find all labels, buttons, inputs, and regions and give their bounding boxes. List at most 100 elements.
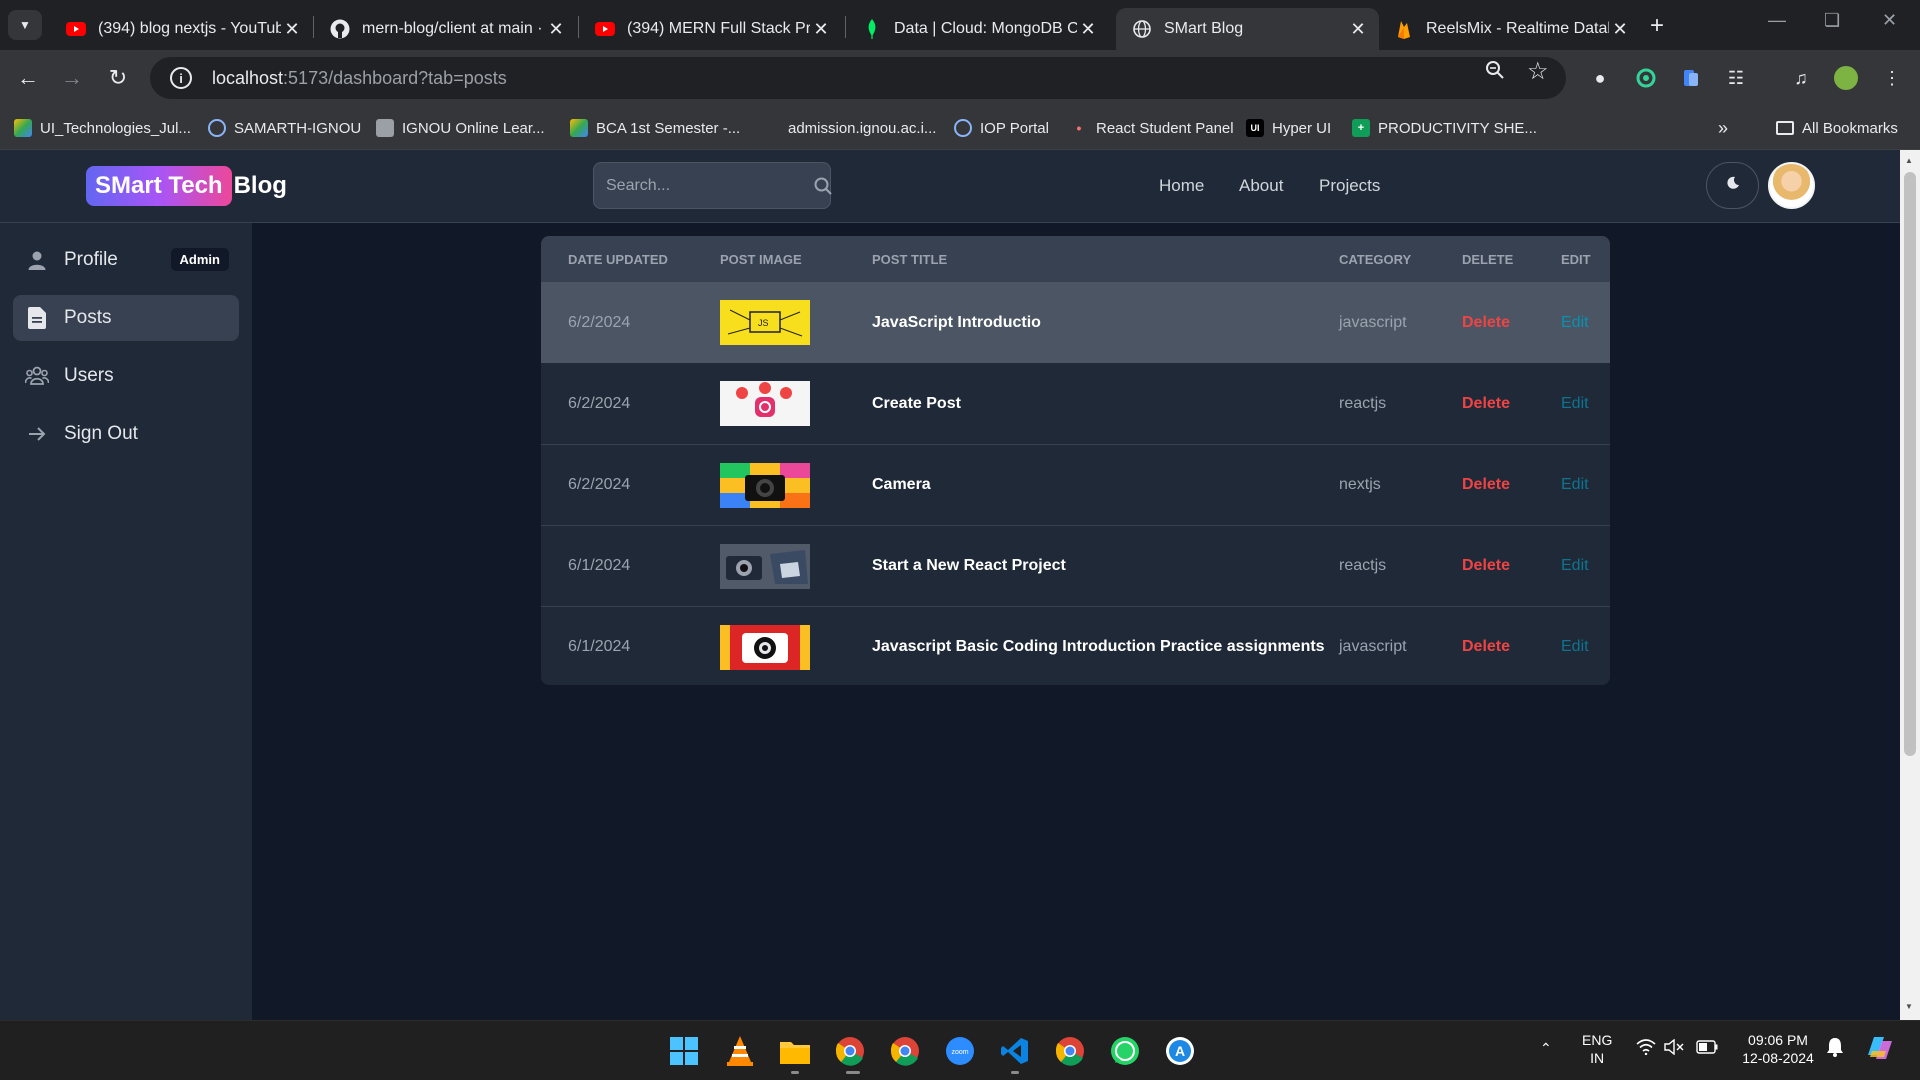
sidebar-item-profile[interactable]: Profile Admin bbox=[13, 237, 239, 283]
page-scrollbar[interactable]: ▲ ▼ bbox=[1900, 150, 1920, 1020]
scrollbar-thumb[interactable] bbox=[1904, 172, 1916, 756]
search-icon[interactable] bbox=[813, 176, 833, 196]
edit-post-link[interactable]: Edit bbox=[1561, 476, 1601, 494]
chrome-icon[interactable] bbox=[887, 1033, 923, 1069]
new-tab-button[interactable]: + bbox=[1650, 12, 1664, 40]
post-image[interactable] bbox=[720, 381, 872, 426]
bookmark-item[interactable]: IGNOU Online Lear... bbox=[376, 116, 545, 140]
theme-toggle-button[interactable] bbox=[1706, 162, 1759, 209]
minimize-icon[interactable]: — bbox=[1768, 10, 1786, 31]
close-icon[interactable]: ✕ bbox=[281, 19, 303, 40]
delete-post-link[interactable]: Delete bbox=[1462, 476, 1561, 494]
edit-post-link[interactable]: Edit bbox=[1561, 557, 1601, 575]
table-row: 6/2/2024 Camera nextjs Delete Edit bbox=[541, 444, 1610, 525]
browser-tab[interactable]: mern-blog/client at main · ✕ bbox=[314, 8, 577, 50]
search-input[interactable] bbox=[606, 176, 813, 195]
scroll-up-icon[interactable]: ▲ bbox=[1905, 156, 1913, 165]
wifi-icon[interactable] bbox=[1636, 1039, 1656, 1059]
volume-muted-icon[interactable] bbox=[1664, 1038, 1684, 1059]
notification-bell-icon[interactable] bbox=[1826, 1037, 1844, 1061]
edit-post-link[interactable]: Edit bbox=[1561, 314, 1601, 332]
vscode-icon[interactable] bbox=[997, 1033, 1033, 1069]
delete-post-link[interactable]: Delete bbox=[1462, 638, 1561, 656]
bookmark-item[interactable]: UI Hyper UI bbox=[1246, 116, 1331, 140]
post-image[interactable] bbox=[720, 462, 872, 508]
browser-tab[interactable]: (394) blog nextjs - YouTube ✕ bbox=[50, 8, 313, 50]
bookmark-item[interactable]: IOP Portal bbox=[954, 116, 1049, 140]
show-hidden-icons[interactable]: ⌃ bbox=[1540, 1040, 1552, 1057]
restore-icon[interactable]: ❏ bbox=[1824, 10, 1840, 31]
user-avatar[interactable] bbox=[1768, 162, 1815, 209]
bookmark-item[interactable]: admission.ignou.ac.i... bbox=[762, 116, 936, 140]
post-title[interactable]: JavaScript Introductio bbox=[872, 314, 1339, 332]
browser-tab[interactable]: (394) MERN Full Stack Proje ✕ bbox=[579, 8, 842, 50]
bookmark-item[interactable]: • React Student Panel bbox=[1070, 116, 1234, 140]
kebab-menu-icon[interactable]: ⋮ bbox=[1880, 66, 1904, 90]
delete-post-link[interactable]: Delete bbox=[1462, 395, 1561, 413]
vlc-icon[interactable] bbox=[722, 1033, 758, 1069]
edit-post-link[interactable]: Edit bbox=[1561, 395, 1601, 413]
sidebar-item-posts[interactable]: Posts bbox=[13, 295, 239, 341]
profile-avatar-icon[interactable] bbox=[1834, 66, 1858, 90]
post-title[interactable]: Camera bbox=[872, 476, 1339, 494]
site-info-icon[interactable]: i bbox=[170, 67, 192, 89]
clock[interactable]: 09:06 PM 12-08-2024 bbox=[1736, 1031, 1820, 1067]
bookmark-item[interactable]: BCA 1st Semester -... bbox=[570, 116, 740, 140]
more-bookmarks-icon[interactable]: » bbox=[1718, 116, 1728, 140]
chrome-icon[interactable] bbox=[832, 1033, 868, 1069]
browser-tab[interactable]: Data | Cloud: MongoDB Clo ✕ bbox=[846, 8, 1109, 50]
post-image[interactable]: JS bbox=[720, 300, 872, 345]
close-icon[interactable]: ✕ bbox=[1609, 19, 1631, 40]
bookmark-item[interactable]: SAMARTH-IGNOU bbox=[208, 116, 361, 140]
zoom-icon[interactable] bbox=[1485, 60, 1505, 86]
bookmark-item[interactable]: + PRODUCTIVITY SHE... bbox=[1352, 116, 1537, 140]
nav-home[interactable]: Home bbox=[1159, 176, 1204, 196]
file-explorer-icon[interactable] bbox=[777, 1033, 813, 1069]
post-image[interactable] bbox=[720, 624, 872, 670]
delete-post-link[interactable]: Delete bbox=[1462, 314, 1561, 332]
bookmark-star-icon[interactable]: ☆ bbox=[1527, 57, 1549, 86]
delete-post-link[interactable]: Delete bbox=[1462, 557, 1561, 575]
browser-tab[interactable]: ReelsMix - Realtime Databa ✕ bbox=[1378, 8, 1641, 50]
extension-icon[interactable]: ● bbox=[1588, 66, 1612, 90]
site-logo[interactable]: SMart Tech Blog bbox=[86, 166, 287, 206]
puzzle-icon[interactable]: ☷ bbox=[1724, 66, 1748, 90]
extension-icon[interactable] bbox=[1679, 66, 1703, 90]
close-icon[interactable]: ✕ bbox=[1077, 19, 1099, 40]
extension-icon[interactable] bbox=[1634, 66, 1658, 90]
sidebar-item-users[interactable]: Users bbox=[13, 353, 239, 399]
all-bookmarks-folder[interactable]: All Bookmarks bbox=[1776, 116, 1898, 140]
address-bar[interactable]: i localhost:5173/dashboard?tab=posts bbox=[150, 57, 1566, 99]
table-row: 6/2/2024 Create Post reactjs Delete Edit bbox=[541, 363, 1610, 444]
url-text[interactable]: localhost:5173/dashboard?tab=posts bbox=[212, 68, 507, 89]
browser-tab-active[interactable]: SMart Blog ✕ bbox=[1116, 8, 1379, 50]
bookmark-item[interactable]: UI_Technologies_Jul... bbox=[14, 116, 191, 140]
nav-about[interactable]: About bbox=[1239, 176, 1283, 196]
post-title[interactable]: Javascript Basic Coding Introduction Pra… bbox=[872, 638, 1339, 656]
windows-start-icon[interactable] bbox=[666, 1033, 702, 1069]
close-icon[interactable]: ✕ bbox=[1347, 19, 1369, 40]
tab-search-button[interactable]: ▼ bbox=[8, 10, 42, 40]
nav-projects[interactable]: Projects bbox=[1319, 176, 1380, 196]
post-category: nextjs bbox=[1339, 476, 1381, 493]
post-image[interactable] bbox=[720, 543, 872, 589]
chrome-icon[interactable] bbox=[1052, 1033, 1088, 1069]
close-icon[interactable]: ✕ bbox=[545, 19, 567, 40]
forward-arrow-icon[interactable]: → bbox=[58, 64, 86, 92]
battery-icon[interactable] bbox=[1696, 1040, 1718, 1058]
post-title[interactable]: Start a New React Project bbox=[872, 557, 1339, 575]
reload-icon[interactable]: ↻ bbox=[104, 64, 132, 92]
post-title[interactable]: Create Post bbox=[872, 395, 1339, 413]
scroll-down-icon[interactable]: ▼ bbox=[1905, 1002, 1913, 1011]
close-icon[interactable]: ✕ bbox=[810, 19, 832, 40]
sidebar-item-signout[interactable]: Sign Out bbox=[13, 411, 239, 457]
media-control-icon[interactable]: ♫ bbox=[1789, 66, 1813, 90]
language-indicator[interactable]: ENG IN bbox=[1582, 1031, 1612, 1067]
whatsapp-icon[interactable] bbox=[1107, 1033, 1143, 1069]
copilot-icon[interactable] bbox=[1864, 1033, 1894, 1067]
edit-post-link[interactable]: Edit bbox=[1561, 638, 1601, 656]
back-arrow-icon[interactable]: ← bbox=[14, 64, 42, 92]
zoom-app-icon[interactable]: zoom bbox=[942, 1033, 978, 1069]
app-store-icon[interactable]: A bbox=[1162, 1033, 1198, 1069]
window-close-icon[interactable]: ✕ bbox=[1882, 10, 1897, 31]
